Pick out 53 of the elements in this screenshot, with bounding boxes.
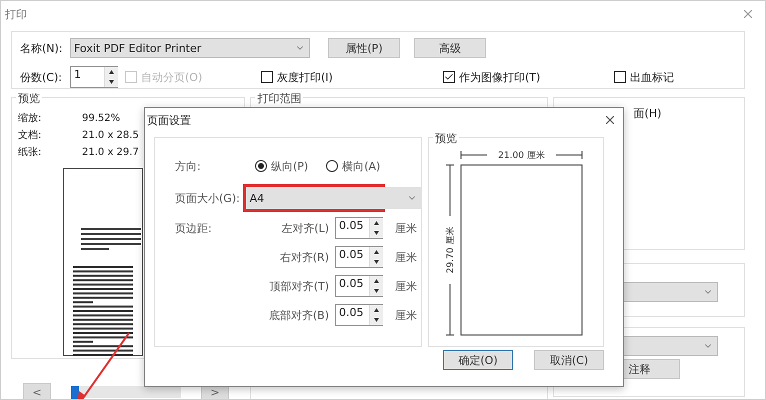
name-label: 名称(N): — [20, 40, 64, 56]
dialog-title: 页面设置 — [147, 112, 191, 128]
advanced-button[interactable]: 高级 — [414, 38, 486, 58]
group-title: 预览 — [433, 131, 459, 146]
margin-side-label: 顶部对齐(T) — [268, 278, 330, 294]
radio-button[interactable] — [326, 160, 338, 172]
margin-side-label: 左对齐(L) — [280, 220, 330, 236]
margin-side-label: 底部对齐(B) — [268, 308, 330, 322]
info-label: 纸张: — [18, 146, 42, 160]
number-field[interactable]: 0.05 — [335, 275, 383, 297]
copies-label: 份数(C): — [20, 70, 63, 84]
dialog-button[interactable]: 取消(C) — [534, 350, 604, 370]
width-label: 21.00 厘米 — [498, 151, 545, 161]
unit-label: 厘米 — [395, 278, 418, 294]
number-field[interactable]: 0.05 — [335, 217, 383, 239]
previous-button[interactable]: < — [23, 383, 51, 399]
option-label: 作为图像打印(T) — [459, 70, 540, 84]
option-label: 面(H) — [634, 106, 662, 121]
radio-label: 纵向(P) — [271, 158, 308, 174]
page-size-label: 页面大小(G): — [175, 190, 241, 206]
info-label: 文档: — [18, 128, 42, 143]
properties-button[interactable]: 属性(P) — [328, 38, 400, 58]
option-label: 出血标记 — [630, 70, 674, 84]
option-label: 灰度打印(I) — [277, 70, 333, 84]
orientation-label: 方向: — [175, 158, 202, 174]
slider-thumb[interactable] — [71, 386, 79, 399]
margin-label: 页边距: — [175, 222, 212, 234]
info-value: 21.0 x 28.5 — [82, 129, 139, 143]
radio-button[interactable] — [255, 160, 267, 172]
unit-label: 厘米 — [395, 308, 418, 322]
radio-label: 横向(A) — [342, 158, 380, 174]
group-title: 打印范围 — [255, 91, 304, 106]
info-value: 21.0 x 29.7 — [82, 146, 139, 160]
printer-select[interactable]: Foxit PDF Editor Printer — [70, 38, 310, 58]
margin-side-label: 右对齐(R) — [278, 250, 330, 264]
number-field[interactable]: 0.05 — [335, 246, 383, 268]
number-field[interactable]: 0.05 — [335, 304, 383, 326]
window-title: 打印 — [5, 6, 27, 22]
unit-label: 厘米 — [395, 220, 418, 236]
page-slider[interactable] — [71, 386, 181, 398]
info-label: 缩放: — [18, 112, 42, 126]
info-value: 99.52% — [82, 112, 120, 126]
height-label: 29.70 厘米 — [446, 226, 456, 274]
checkbox[interactable] — [614, 71, 626, 83]
group-title: 预览 — [16, 91, 42, 106]
close-icon[interactable] — [603, 113, 617, 127]
number-field[interactable]: 1 — [70, 66, 118, 88]
dialog-button[interactable]: 确定(O) — [443, 350, 513, 370]
checkbox[interactable] — [443, 71, 455, 83]
unit-label: 厘米 — [395, 250, 418, 264]
checkbox[interactable] — [261, 71, 273, 83]
page-size-select[interactable]: A4 — [246, 187, 382, 209]
option-label: 自动分页(O) — [141, 70, 202, 84]
